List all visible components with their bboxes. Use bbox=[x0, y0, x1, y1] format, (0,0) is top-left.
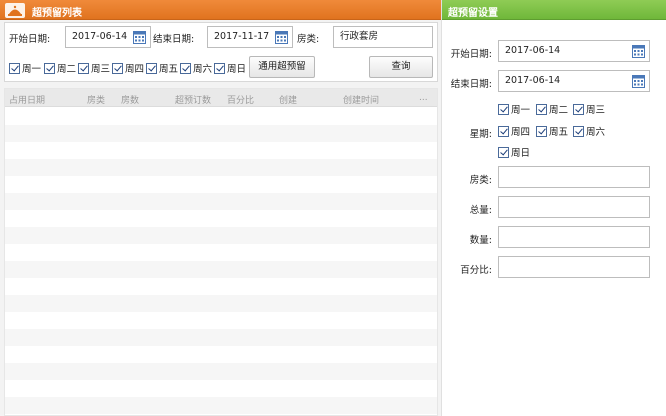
checkmark-icon bbox=[573, 103, 584, 115]
settings-start-date-value: 2017-06-14 bbox=[505, 45, 561, 56]
settings-quantity-field[interactable] bbox=[498, 226, 650, 248]
column-header-room-count[interactable]: 房数 bbox=[121, 93, 139, 106]
checkmark-icon bbox=[536, 125, 547, 137]
end-date-field[interactable]: 2017-11-17 bbox=[207, 26, 293, 48]
table-row bbox=[5, 295, 437, 312]
settings-weekday-checkbox-sat[interactable]: 周六 bbox=[573, 124, 605, 138]
checkmark-icon bbox=[498, 146, 509, 158]
weekday-checkbox-fri[interactable]: 周五 bbox=[146, 61, 178, 75]
checkmark-icon bbox=[498, 103, 509, 115]
settings-end-date-label: 结束日期: bbox=[450, 79, 492, 90]
start-date-field[interactable]: 2017-06-14 bbox=[65, 26, 151, 48]
start-date-value: 2017-06-14 bbox=[72, 31, 128, 42]
weekday-checkbox-mon[interactable]: 周一 bbox=[9, 61, 41, 75]
calendar-icon[interactable] bbox=[632, 44, 645, 58]
table-row bbox=[5, 397, 437, 414]
overbooking-table: 占用日期 房类 房数 超预订数 百分比 创建 创建时间 ... bbox=[4, 88, 438, 416]
weekday-checkbox-sun[interactable]: 周日 bbox=[214, 61, 246, 75]
checkmark-icon bbox=[9, 62, 20, 74]
settings-weekday-checkbox-fri[interactable]: 周五 bbox=[536, 124, 568, 138]
table-row bbox=[5, 380, 437, 397]
settings-room-type-label: 房类: bbox=[469, 175, 492, 186]
table-row bbox=[5, 244, 437, 261]
table-header: 占用日期 房类 房数 超预订数 百分比 创建 创建时间 ... bbox=[5, 89, 437, 107]
table-row bbox=[5, 193, 437, 210]
weekday-checkbox-thu[interactable]: 周四 bbox=[112, 61, 144, 75]
overbooking-list-panel: 超预留列表 开始日期: 2017-06-14 结束日期: 2017-11-17 … bbox=[0, 0, 441, 416]
settings-weekday-checkbox-mon[interactable]: 周一 bbox=[498, 102, 530, 116]
settings-total-field[interactable] bbox=[498, 196, 650, 218]
settings-weekday-checkbox-tue[interactable]: 周二 bbox=[536, 102, 568, 116]
overbooking-list-header: 超预留列表 bbox=[0, 0, 441, 20]
calendar-icon[interactable] bbox=[275, 30, 288, 44]
end-date-label: 结束日期: bbox=[153, 34, 195, 45]
table-row bbox=[5, 227, 437, 244]
table-row bbox=[5, 363, 437, 380]
settings-quantity-label: 数量: bbox=[469, 235, 492, 246]
weekday-checkbox-sat[interactable]: 周六 bbox=[180, 61, 212, 75]
table-row bbox=[5, 142, 437, 159]
table-row bbox=[5, 108, 437, 125]
checkmark-icon bbox=[180, 62, 191, 74]
hotel-bell-icon bbox=[5, 3, 25, 18]
room-type-field[interactable]: 行政套房 bbox=[333, 26, 433, 48]
calendar-icon[interactable] bbox=[632, 74, 645, 88]
universal-overbooking-button[interactable]: 通用超预留 bbox=[249, 56, 315, 78]
column-header-overbook-count[interactable]: 超预订数 bbox=[175, 93, 211, 106]
overbooking-settings-panel: 超预留设置 开始日期: 2017-06-14 结束日期: 2017-06-14 … bbox=[441, 0, 666, 416]
table-row bbox=[5, 210, 437, 227]
column-header-created-time[interactable]: 创建时间 bbox=[343, 93, 379, 106]
table-row bbox=[5, 159, 437, 176]
checkmark-icon bbox=[112, 62, 123, 74]
checkmark-icon bbox=[573, 125, 584, 137]
settings-end-date-value: 2017-06-14 bbox=[505, 75, 561, 86]
table-row bbox=[5, 125, 437, 142]
settings-room-type-field[interactable] bbox=[498, 166, 650, 188]
column-header-percent[interactable]: 百分比 bbox=[227, 93, 254, 106]
settings-weekday-checkbox-wed[interactable]: 周三 bbox=[573, 102, 605, 116]
table-row bbox=[5, 329, 437, 346]
checkmark-icon bbox=[44, 62, 55, 74]
settings-start-date-field[interactable]: 2017-06-14 bbox=[498, 40, 650, 62]
table-row bbox=[5, 176, 437, 193]
table-row bbox=[5, 261, 437, 278]
room-type-label: 房类: bbox=[297, 34, 320, 45]
settings-start-date-label: 开始日期: bbox=[450, 49, 492, 60]
settings-percent-label: 百分比: bbox=[460, 265, 492, 276]
settings-percent-field[interactable] bbox=[498, 256, 650, 278]
weekday-checkbox-tue[interactable]: 周二 bbox=[44, 61, 76, 75]
table-row bbox=[5, 346, 437, 363]
table-row bbox=[5, 312, 437, 329]
checkmark-icon bbox=[78, 62, 89, 74]
end-date-value: 2017-11-17 bbox=[214, 31, 270, 42]
checkmark-icon bbox=[536, 103, 547, 115]
column-header-room-type[interactable]: 房类 bbox=[87, 93, 105, 106]
column-header-more[interactable]: ... bbox=[419, 93, 428, 103]
checkmark-icon bbox=[498, 125, 509, 137]
checkmark-icon bbox=[146, 62, 157, 74]
settings-end-date-field[interactable]: 2017-06-14 bbox=[498, 70, 650, 92]
start-date-label: 开始日期: bbox=[9, 34, 51, 45]
query-button[interactable]: 查询 bbox=[369, 56, 433, 78]
column-header-creator[interactable]: 创建 bbox=[279, 93, 297, 106]
column-header-date[interactable]: 占用日期 bbox=[9, 93, 45, 106]
table-row bbox=[5, 278, 437, 295]
settings-weekday-checkbox-thu[interactable]: 周四 bbox=[498, 124, 530, 138]
overbooking-list-title: 超预留列表 bbox=[32, 8, 82, 19]
settings-weekday-checkbox-sun[interactable]: 周日 bbox=[498, 145, 530, 159]
settings-total-label: 总量: bbox=[469, 205, 492, 216]
overbooking-settings-header: 超预留设置 bbox=[442, 0, 666, 20]
checkmark-icon bbox=[214, 62, 225, 74]
room-type-value: 行政套房 bbox=[340, 31, 379, 42]
weekday-checkbox-wed[interactable]: 周三 bbox=[78, 61, 110, 75]
settings-week-label: 星期: bbox=[469, 129, 492, 140]
filter-area: 开始日期: 2017-06-14 结束日期: 2017-11-17 房类: 行政… bbox=[4, 22, 438, 82]
calendar-icon[interactable] bbox=[133, 30, 146, 44]
overbooking-settings-title: 超预留设置 bbox=[448, 8, 498, 19]
